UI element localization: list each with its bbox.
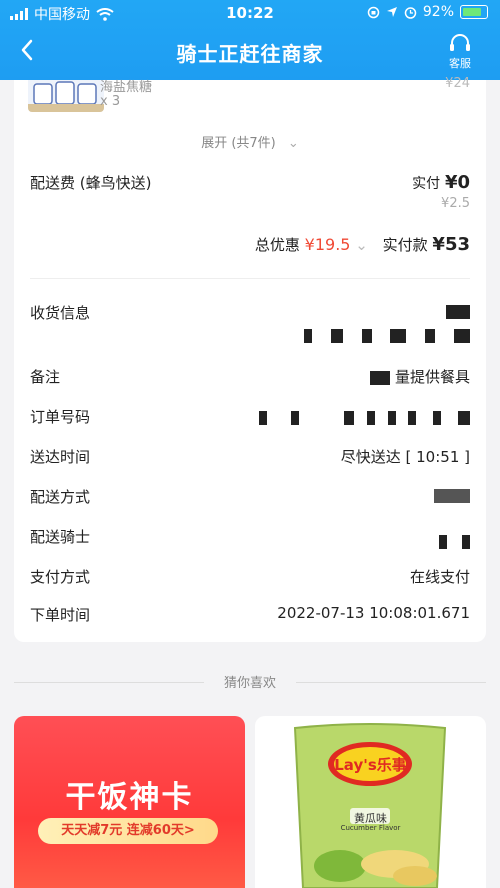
product-card[interactable]: Lay's乐事 黄瓜味 Cucumber Flavor bbox=[255, 716, 486, 888]
page-title: 骑士正赶往商家 bbox=[176, 42, 324, 66]
promo-pill-button[interactable]: 天天减7元 连减60天> bbox=[38, 818, 218, 844]
total-paid-value: ¥53 bbox=[432, 234, 470, 255]
receiver-address-redacted bbox=[304, 326, 470, 344]
total-paid-label: 实付款 bbox=[382, 236, 428, 254]
note-value-row: 量提供餐具 bbox=[370, 366, 470, 387]
receiver-redacted bbox=[446, 302, 470, 320]
status-bar: 中国移动 10:22 92% bbox=[0, 0, 500, 26]
chevron-down-icon: ⌄ bbox=[355, 236, 368, 254]
delivery-method-redacted bbox=[434, 486, 470, 504]
delivery-fee-paid-value: ¥0 bbox=[444, 172, 470, 193]
header-bar: 中国移动 10:22 92% 骑士正赶往商家 客服 bbox=[0, 0, 500, 80]
service-label: 客服 bbox=[449, 57, 471, 70]
delivery-time-label: 送达时间 bbox=[30, 448, 91, 466]
battery-percent: 92% bbox=[422, 4, 454, 20]
order-time-label: 下单时间 bbox=[30, 606, 91, 624]
discount-button[interactable]: 总优惠 ¥19.5 ⌄ bbox=[254, 235, 373, 254]
delivery-method-label: 配送方式 bbox=[30, 488, 91, 506]
delivery-time-value: 尽快送达 [ 10:51 ] bbox=[340, 448, 470, 466]
order-number-label: 订单号码 bbox=[30, 408, 91, 426]
product-name: 海盐焦糖 bbox=[100, 80, 153, 95]
product-thumbnail[interactable] bbox=[28, 80, 104, 112]
location-icon bbox=[386, 7, 397, 17]
delivery-fee-original: ¥2.5 bbox=[441, 196, 470, 211]
lock-rotation-icon bbox=[367, 6, 380, 18]
rider-redacted bbox=[439, 532, 470, 550]
totals-row: 总优惠 ¥19.5 ⌄ 实付款 ¥53 bbox=[255, 234, 470, 255]
order-number-redacted bbox=[258, 408, 470, 426]
discount-value: ¥19.5 bbox=[304, 235, 351, 254]
customer-service-button[interactable]: 客服 bbox=[440, 34, 480, 71]
order-time-value: 2022-07-13 10:08:01.671 bbox=[277, 604, 470, 622]
note-value: 量提供餐具 bbox=[394, 368, 470, 386]
order-detail-card: 海盐焦糖 x 3 ¥24 展开 (共7件) ⌄ 配送费 (蜂鸟快送) 实付 ¥0… bbox=[14, 76, 486, 642]
product-price: ¥24 bbox=[445, 76, 470, 91]
discount-label: 总优惠 bbox=[254, 236, 300, 254]
receiver-label: 收货信息 bbox=[30, 304, 91, 322]
rider-label: 配送骑士 bbox=[30, 528, 91, 546]
product-quantity: x 3 bbox=[100, 94, 121, 109]
delivery-fee-paid: 实付 ¥0 bbox=[412, 172, 470, 193]
payment-method-label: 支付方式 bbox=[30, 568, 91, 586]
product-flavor-en: Cucumber Flavor bbox=[340, 824, 401, 832]
payment-method-value: 在线支付 bbox=[409, 568, 470, 586]
chips-bag-image bbox=[293, 723, 447, 888]
alarm-icon bbox=[404, 6, 417, 19]
delivery-fee-paid-label: 实付 bbox=[412, 176, 441, 192]
expand-items-button[interactable]: 展开 (共7件) ⌄ bbox=[14, 132, 486, 151]
divider bbox=[30, 278, 470, 279]
headset-icon bbox=[450, 34, 470, 51]
expand-label: 展开 (共7件) bbox=[201, 136, 276, 151]
recommendation-header: 猜你喜欢 bbox=[0, 672, 500, 692]
promo-title: 干饭神卡 bbox=[65, 780, 194, 815]
note-label: 备注 bbox=[30, 368, 61, 386]
delivery-fee-label: 配送费 (蜂鸟快送) bbox=[30, 174, 152, 192]
product-brand: Lay's乐事 bbox=[334, 756, 407, 774]
battery-icon bbox=[460, 5, 488, 19]
divider bbox=[296, 682, 486, 683]
promo-card[interactable]: 干饭神卡 天天减7元 连减60天> bbox=[14, 716, 245, 888]
chevron-down-icon: ⌄ bbox=[287, 136, 299, 151]
